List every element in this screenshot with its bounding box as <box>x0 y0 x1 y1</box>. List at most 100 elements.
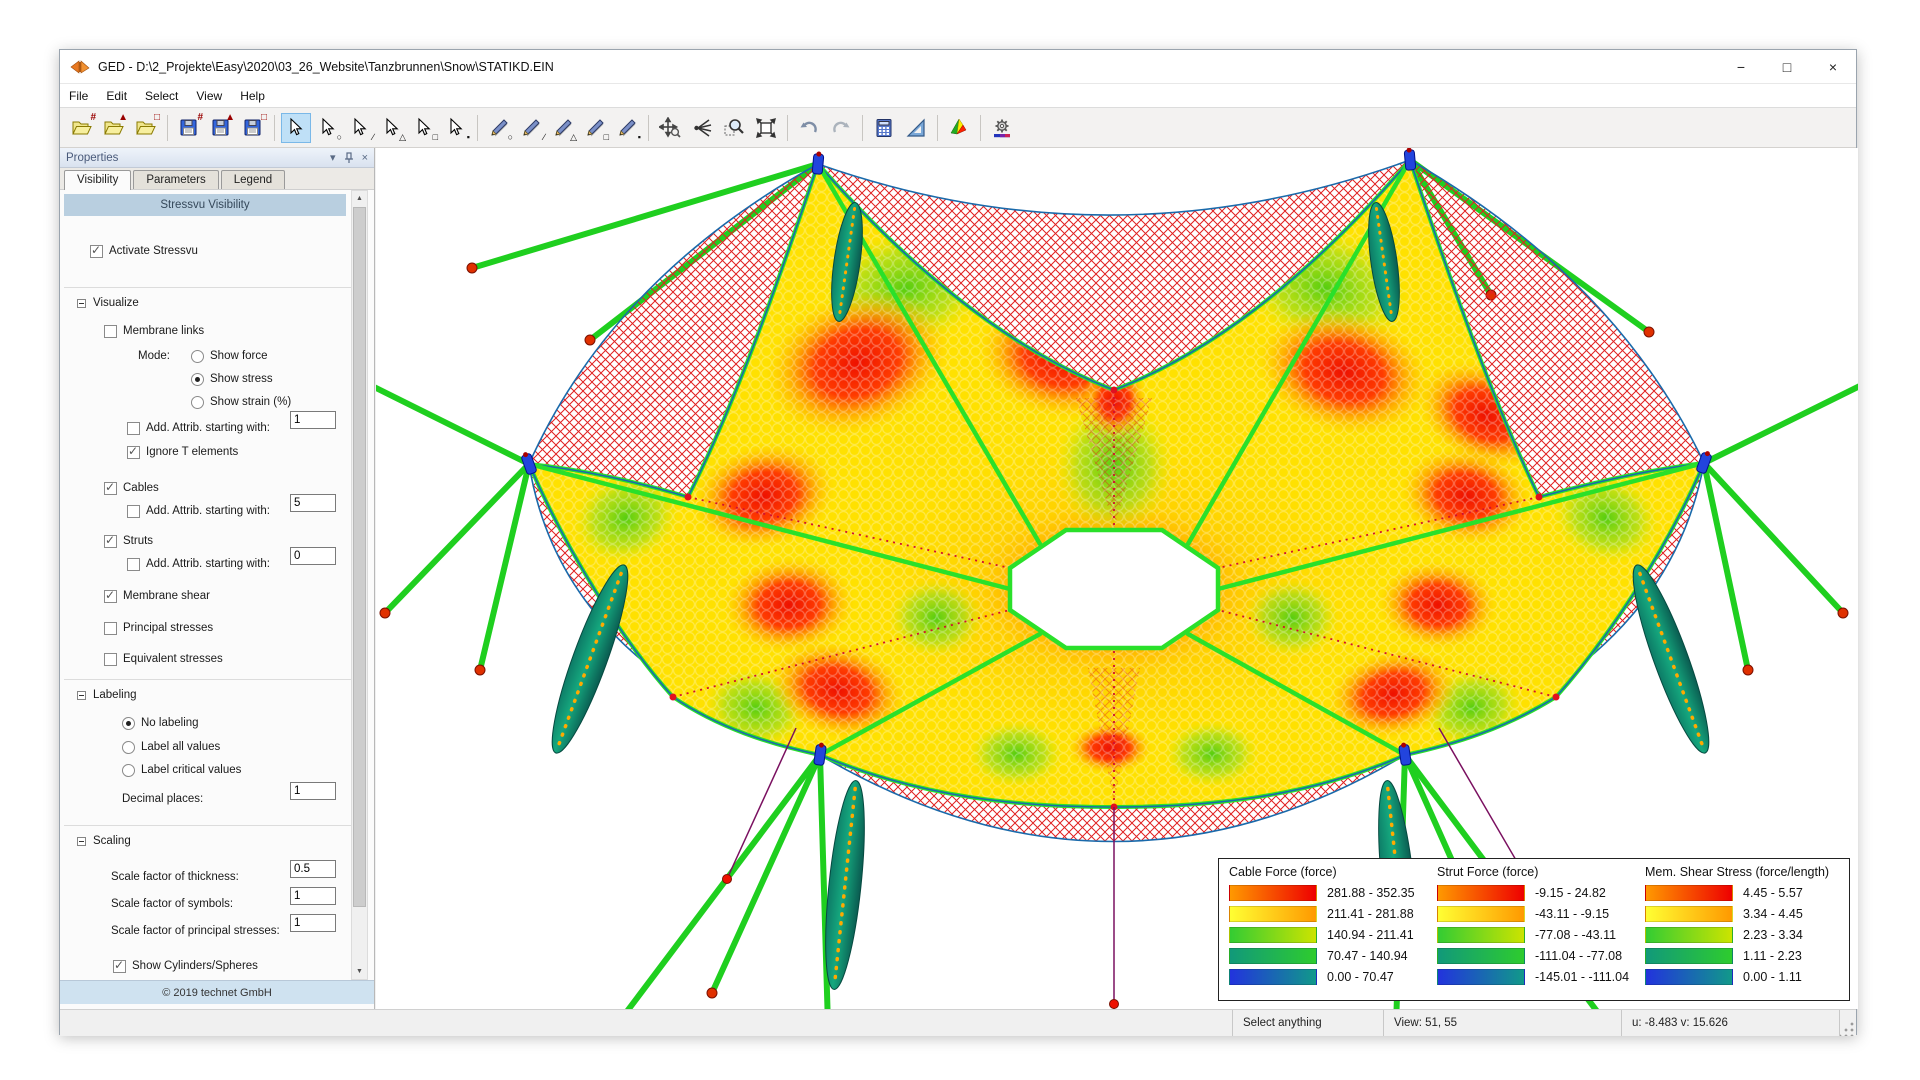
stressvu-button[interactable] <box>944 113 974 143</box>
open-square-button[interactable]: □ <box>131 113 161 143</box>
undo-button[interactable] <box>794 113 824 143</box>
select-square-button[interactable]: □ <box>409 113 439 143</box>
select-line-button[interactable]: ∕ <box>345 113 375 143</box>
menu-view[interactable]: View <box>187 86 231 106</box>
show-force-radio[interactable]: Show force <box>191 347 268 365</box>
open-hash-button[interactable]: # <box>67 113 97 143</box>
select-button[interactable] <box>281 113 311 143</box>
draw-point-button[interactable]: ▪ <box>612 113 642 143</box>
draw-line-button[interactable]: ∕ <box>516 113 546 143</box>
add-attrib-membrane-row[interactable]: Add. Attrib. starting with: <box>127 419 270 437</box>
menu-select[interactable]: Select <box>136 86 187 106</box>
decimal-places-input[interactable] <box>290 782 336 800</box>
show-strain-radio[interactable]: Show strain (%) <box>191 393 291 411</box>
struts-row[interactable]: Struts <box>104 532 153 550</box>
panel-title-bar[interactable]: Properties ▾ × <box>60 148 374 168</box>
minimize-button[interactable]: − <box>1718 50 1764 83</box>
close-icon[interactable]: × <box>362 152 368 164</box>
scaling-group-header[interactable]: Scaling <box>77 832 131 850</box>
checkbox-icon[interactable] <box>104 325 117 338</box>
pin-icon[interactable] <box>344 152 354 163</box>
pan-view-button[interactable] <box>655 113 685 143</box>
checkbox-checked-icon[interactable] <box>113 960 126 973</box>
scroll-down-icon[interactable]: ▼ <box>352 964 367 979</box>
visualize-group-header[interactable]: Visualize <box>77 294 139 312</box>
membrane-shear-row[interactable]: Membrane shear <box>104 587 210 605</box>
activate-stressvu-row[interactable]: Activate Stressvu <box>90 242 198 260</box>
no-labeling-radio[interactable]: No labeling <box>122 714 199 732</box>
radio-icon[interactable] <box>122 764 135 777</box>
collapse-box-icon[interactable] <box>77 837 86 846</box>
membrane-links-row[interactable]: Membrane links <box>104 322 204 340</box>
menu-help[interactable]: Help <box>231 86 274 106</box>
checkbox-checked-icon[interactable] <box>90 245 103 258</box>
radio-selected-icon[interactable] <box>122 717 135 730</box>
checkbox-checked-icon[interactable] <box>104 535 117 548</box>
settings-button[interactable] <box>987 113 1017 143</box>
principal-scale-input[interactable] <box>290 914 336 932</box>
checkbox-checked-icon[interactable] <box>127 446 140 459</box>
radio-icon[interactable] <box>122 741 135 754</box>
collapse-box-icon[interactable] <box>77 691 86 700</box>
add-attrib-struts-input[interactable] <box>290 547 336 565</box>
add-attrib-cables-row[interactable]: Add. Attrib. starting with: <box>127 502 270 520</box>
equivalent-stresses-row[interactable]: Equivalent stresses <box>104 650 223 668</box>
labeling-group-header[interactable]: Labeling <box>77 686 136 704</box>
close-button[interactable]: × <box>1810 50 1856 83</box>
tab-visibility[interactable]: Visibility <box>64 170 131 190</box>
checkbox-icon[interactable] <box>127 505 140 518</box>
zoom-fit-button[interactable] <box>751 113 781 143</box>
checkbox-icon[interactable] <box>127 558 140 571</box>
add-attrib-struts-row[interactable]: Add. Attrib. starting with: <box>127 555 270 573</box>
thickness-input[interactable] <box>290 860 336 878</box>
draw-triangle-button[interactable]: △ <box>548 113 578 143</box>
ignore-t-row[interactable]: Ignore T elements <box>127 443 238 461</box>
zoom-point-button[interactable] <box>687 113 717 143</box>
radio-icon[interactable] <box>191 350 204 363</box>
zoom-window-button[interactable] <box>719 113 749 143</box>
label-critical-radio[interactable]: Label critical values <box>122 761 241 779</box>
scrollbar-thumb[interactable] <box>353 207 366 907</box>
save-hash-button[interactable]: # <box>174 113 204 143</box>
checkbox-checked-icon[interactable] <box>104 590 117 603</box>
select-circle-button[interactable]: ○ <box>313 113 343 143</box>
principal-stresses-row[interactable]: Principal stresses <box>104 619 213 637</box>
save-triangle-button[interactable]: ▲ <box>206 113 236 143</box>
chevron-down-icon[interactable]: ▾ <box>330 151 336 164</box>
select-point-button[interactable]: ▪ <box>441 113 471 143</box>
maximize-button[interactable]: □ <box>1764 50 1810 83</box>
select-triangle-button[interactable]: △ <box>377 113 407 143</box>
tab-parameters[interactable]: Parameters <box>133 170 218 189</box>
label-all-radio[interactable]: Label all values <box>122 738 220 756</box>
add-attrib-membrane-input[interactable] <box>290 411 336 429</box>
equivalent-stresses-label: Equivalent stresses <box>123 653 223 665</box>
collapse-box-icon[interactable] <box>77 299 86 308</box>
show-stress-radio[interactable]: Show stress <box>191 370 273 388</box>
checkbox-icon[interactable] <box>104 622 117 635</box>
draw-circle-button[interactable]: ○ <box>484 113 514 143</box>
measure-button[interactable] <box>901 113 931 143</box>
cables-row[interactable]: Cables <box>104 479 159 497</box>
menu-edit[interactable]: Edit <box>97 86 136 106</box>
checkbox-icon[interactable] <box>104 653 117 666</box>
show-cylinders-row[interactable]: Show Cylinders/Spheres <box>113 957 258 975</box>
thickness-label: Scale factor of thickness: <box>111 868 239 886</box>
add-attrib-cables-input[interactable] <box>290 494 336 512</box>
open-triangle-button[interactable]: ▲ <box>99 113 129 143</box>
radio-icon[interactable] <box>191 396 204 409</box>
checkbox-checked-icon[interactable] <box>104 482 117 495</box>
calculator-button[interactable] <box>869 113 899 143</box>
scroll-up-icon[interactable]: ▲ <box>352 191 367 206</box>
panel-scrollbar[interactable]: ▲ ▼ <box>351 190 368 980</box>
radio-selected-icon[interactable] <box>191 373 204 386</box>
menu-file[interactable]: File <box>60 86 97 106</box>
save-square-button[interactable]: □ <box>238 113 268 143</box>
symbols-input[interactable] <box>290 887 336 905</box>
hash-overlay-icon: # <box>197 113 203 123</box>
tab-legend[interactable]: Legend <box>221 170 285 189</box>
model-canvas[interactable]: Cable Force (force) 281.88 - 352.35 211.… <box>376 148 1858 1009</box>
checkbox-icon[interactable] <box>127 422 140 435</box>
draw-square-button[interactable]: □ <box>580 113 610 143</box>
redo-button[interactable] <box>826 113 856 143</box>
resize-grip[interactable] <box>1840 1020 1856 1036</box>
